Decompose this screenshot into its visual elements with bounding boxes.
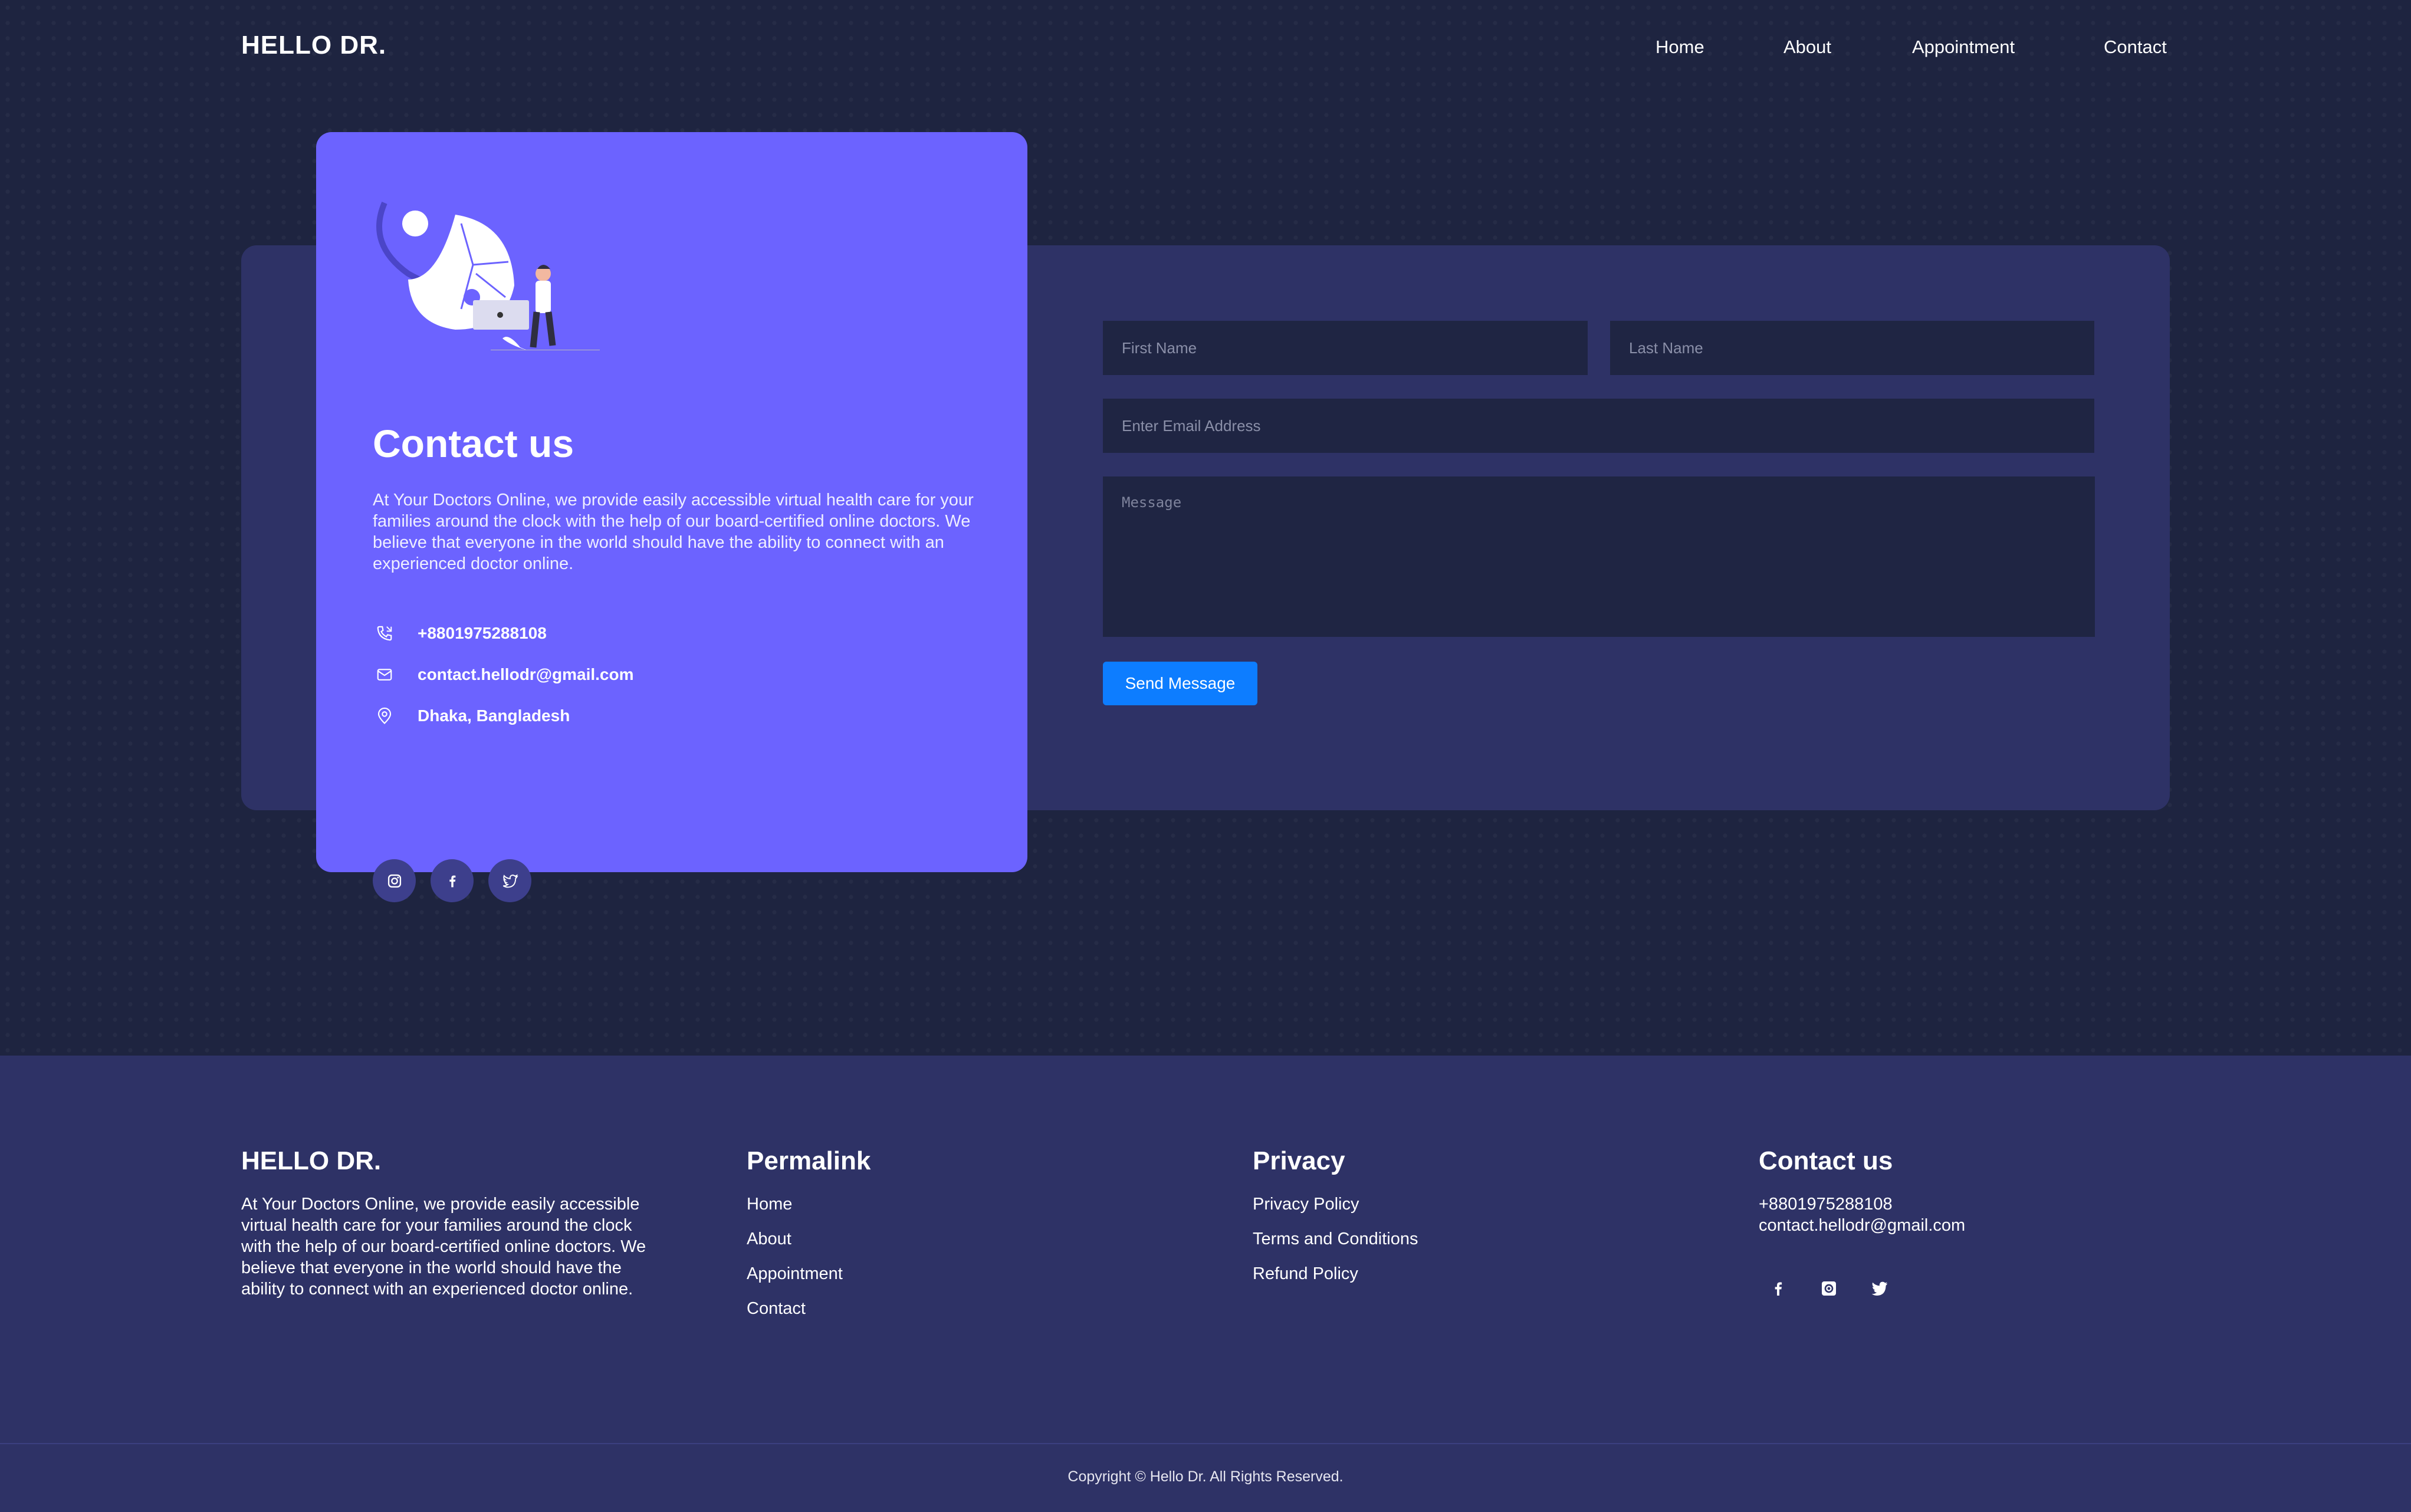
location-pin-icon (373, 704, 396, 728)
first-name-input[interactable] (1103, 321, 1588, 375)
nav-about[interactable]: About (1783, 37, 1831, 58)
footer-link-terms[interactable]: Terms and Conditions (1253, 1228, 1418, 1250)
phone-icon (373, 622, 396, 645)
message-textarea[interactable] (1103, 476, 2095, 637)
nav-appointment[interactable]: Appointment (1912, 37, 2015, 58)
footer-link-refund-policy[interactable]: Refund Policy (1253, 1263, 1418, 1284)
footer-privacy-column: Privacy Privacy Policy Terms and Conditi… (1253, 1146, 1418, 1284)
footer-privacy-title: Privacy (1253, 1146, 1345, 1175)
footer-phone[interactable]: +8801975288108 (1759, 1194, 1965, 1215)
site-footer: HELLO DR. At Your Doctors Online, we pro… (0, 1056, 2411, 1512)
footer-brand-column: HELLO DR. At Your Doctors Online, we pro… (241, 1146, 654, 1300)
email-row: contact.hellodr@gmail.com (373, 663, 633, 686)
brand-logo[interactable]: HELLO DR. (241, 31, 386, 60)
footer-divider (0, 1443, 2411, 1444)
card-social-links (373, 859, 531, 902)
facebook-icon[interactable] (1767, 1277, 1789, 1300)
contact-description: At Your Doctors Online, we provide easil… (373, 491, 974, 573)
footer-contact-title: Contact us (1759, 1146, 1893, 1175)
footer-permalink-column: Permalink Home About Appointment Contact (747, 1146, 871, 1319)
nav-contact[interactable]: Contact (2104, 37, 2167, 58)
location-row: Dhaka, Bangladesh (373, 704, 570, 728)
footer-email[interactable]: contact.hellodr@gmail.com (1759, 1215, 1965, 1236)
footer-description: At Your Doctors Online, we provide easil… (241, 1195, 646, 1299)
contact-phone[interactable]: +8801975288108 (418, 624, 547, 643)
footer-social-links (1759, 1277, 1965, 1300)
phone-row: +8801975288108 (373, 622, 547, 645)
contact-email[interactable]: contact.hellodr@gmail.com (418, 665, 633, 684)
contact-location: Dhaka, Bangladesh (418, 706, 570, 725)
footer-contact-column: Contact us +8801975288108 contact.hellod… (1759, 1146, 1965, 1300)
hero-section: HELLO DR. Home About Appointment Contact… (0, 0, 2411, 1056)
contact-title: Contact us (373, 422, 574, 465)
footer-link-contact[interactable]: Contact (747, 1298, 871, 1319)
send-message-button[interactable]: Send Message (1103, 662, 1257, 705)
last-name-input[interactable] (1610, 321, 2094, 375)
twitter-icon[interactable] (488, 859, 531, 902)
instagram-icon[interactable] (373, 859, 416, 902)
copyright-text: Copyright © Hello Dr. All Rights Reserve… (1067, 1468, 1344, 1485)
nav-home[interactable]: Home (1655, 37, 1704, 58)
contact-card: Contact us At Your Doctors Online, we pr… (316, 132, 1027, 902)
email-input[interactable] (1103, 399, 2094, 453)
footer-link-home[interactable]: Home (747, 1194, 871, 1215)
footer-link-privacy-policy[interactable]: Privacy Policy (1253, 1194, 1418, 1215)
footer-link-about[interactable]: About (747, 1228, 871, 1250)
instagram-icon[interactable] (1818, 1277, 1840, 1300)
twitter-icon[interactable] (1868, 1277, 1891, 1300)
footer-link-appointment[interactable]: Appointment (747, 1263, 871, 1284)
mail-icon (373, 663, 396, 686)
contact-illustration (376, 202, 600, 350)
footer-brand: HELLO DR. (241, 1146, 382, 1175)
footer-permalink-title: Permalink (747, 1146, 871, 1175)
facebook-icon[interactable] (431, 859, 474, 902)
